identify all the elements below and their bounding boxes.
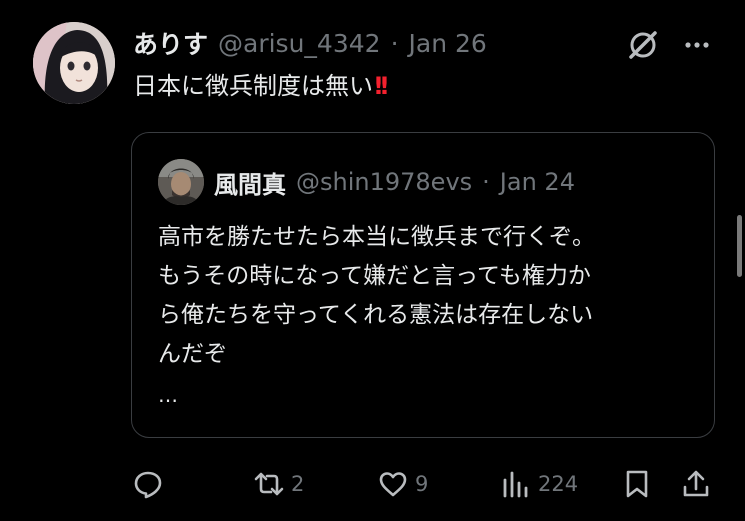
- quoted-text-line: んだぞ: [158, 341, 227, 367]
- quoted-author-handle[interactable]: @shin1978evs: [296, 168, 472, 196]
- quoted-separator-dot: ·: [482, 168, 490, 196]
- quoted-post-card[interactable]: 風間真 @shin1978evs · Jan 24 高市を勝たせたら本当に徴兵ま…: [131, 132, 715, 438]
- grok-icon[interactable]: [626, 28, 660, 62]
- views-count: 224: [538, 472, 579, 496]
- quoted-author-avatar[interactable]: [158, 159, 204, 205]
- share-icon: [683, 470, 709, 497]
- more-icon[interactable]: [680, 28, 714, 62]
- post-date[interactable]: Jan 26: [409, 29, 487, 58]
- quoted-post-text: 高市を勝たせたら本当に徴兵まで行くぞ。 もうその時になって嫌だと言っても権力か …: [158, 218, 698, 374]
- like-count: 9: [415, 472, 429, 496]
- repost-icon: [254, 472, 284, 496]
- author-avatar[interactable]: [33, 22, 115, 104]
- bookmark-button[interactable]: [621, 466, 653, 502]
- separator-dot: ·: [390, 28, 399, 58]
- reply-icon: [134, 471, 162, 499]
- post-text: 日本に徴兵制度は無い!!: [133, 70, 390, 102]
- author-handle[interactable]: @arisu_4342: [218, 29, 381, 58]
- post-text-body: 日本に徴兵制度は無い: [133, 72, 373, 100]
- author-display-name[interactable]: ありす: [133, 25, 208, 61]
- bookmark-icon: [626, 470, 648, 498]
- scrollbar-thumb[interactable]: [737, 215, 742, 277]
- quoted-text-ellipsis: …: [158, 383, 178, 407]
- quoted-text-line: 高市を勝たせたら本当に徴兵まで行くぞ。: [158, 224, 595, 250]
- post-header: ありす @arisu_4342 · Jan 26: [133, 24, 487, 62]
- double-exclamation-emoji: !!: [373, 72, 390, 100]
- reply-button[interactable]: [132, 466, 164, 502]
- quoted-text-line: ら俺たちを守ってくれる憲法は存在しない: [158, 302, 594, 328]
- repost-button[interactable]: 2: [253, 466, 304, 502]
- quoted-text-line: もうその時になって嫌だと言っても権力か: [158, 263, 591, 289]
- like-button[interactable]: 9: [377, 466, 428, 502]
- views-icon: [503, 471, 528, 498]
- repost-count: 2: [291, 472, 305, 496]
- like-icon: [379, 472, 407, 497]
- share-button[interactable]: [680, 466, 712, 502]
- views-button[interactable]: 224: [500, 466, 578, 502]
- quoted-post-date[interactable]: Jan 24: [500, 168, 575, 196]
- quoted-post-header: 風間真 @shin1978evs · Jan 24: [214, 163, 575, 201]
- quoted-author-display-name[interactable]: 風間真: [214, 165, 286, 200]
